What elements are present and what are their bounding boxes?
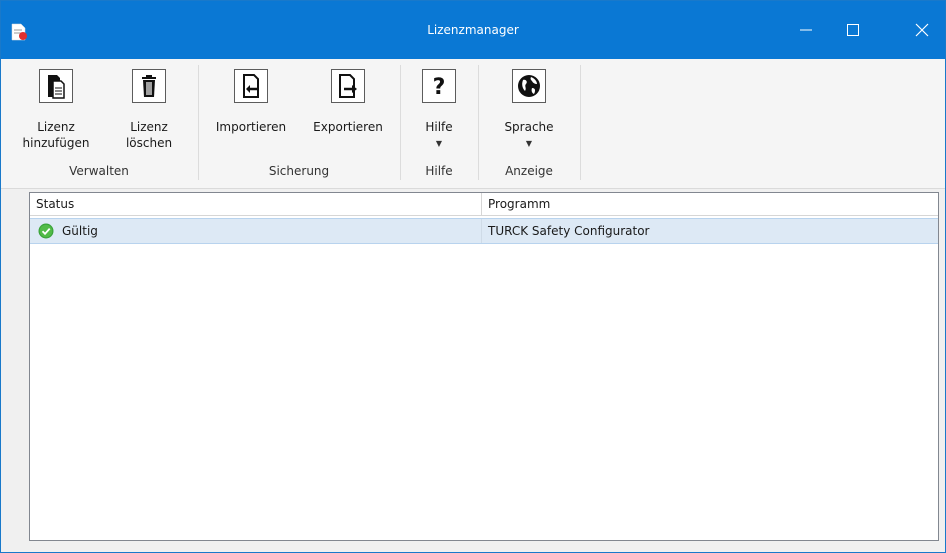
ribbon-group-sicherung: Importieren Exportieren Sicherung bbox=[199, 59, 399, 184]
maximize-icon bbox=[847, 24, 859, 36]
group-label-anzeige: Anzeige bbox=[505, 164, 553, 178]
help-label: Hilfe bbox=[425, 120, 453, 134]
close-button[interactable] bbox=[899, 1, 945, 59]
maximize-button[interactable] bbox=[830, 1, 876, 59]
delete-license-label: Lizenz löschen bbox=[125, 120, 173, 150]
license-table[interactable]: Status Programm Gültig TURCK Safety Conf… bbox=[29, 192, 939, 541]
import-label: Importieren bbox=[215, 120, 287, 134]
group-label-hilfe: Hilfe bbox=[425, 164, 453, 178]
language-button[interactable]: Sprache ▼ bbox=[493, 59, 565, 169]
table-header: Status Programm bbox=[30, 193, 938, 216]
group-label-verwalten: Verwalten bbox=[69, 164, 129, 178]
help-dropdown-arrow: ▼ bbox=[435, 139, 443, 148]
import-icon bbox=[234, 69, 268, 103]
close-icon bbox=[915, 23, 929, 37]
title-bar[interactable]: Lizenzmanager bbox=[1, 1, 945, 59]
status-cell: Gültig bbox=[30, 219, 482, 243]
ribbon-group-hilfe: ? Hilfe ▼ Hilfe bbox=[401, 59, 477, 184]
ribbon-group-anzeige: Sprache ▼ Anzeige bbox=[479, 59, 579, 184]
globe-icon bbox=[512, 69, 546, 103]
trash-icon bbox=[132, 69, 166, 103]
svg-text:?: ? bbox=[433, 75, 446, 100]
group-label-sicherung: Sicherung bbox=[268, 164, 330, 178]
help-button[interactable]: ? Hilfe ▼ bbox=[407, 59, 471, 169]
language-label: Sprache bbox=[504, 120, 554, 134]
export-label: Exportieren bbox=[313, 120, 383, 134]
column-header-programm[interactable]: Programm bbox=[482, 193, 938, 215]
license-manager-window: Lizenzmanager Lizenz hinzufügen Lizenz l… bbox=[0, 0, 946, 553]
language-dropdown-arrow: ▼ bbox=[525, 139, 533, 148]
table-row[interactable]: Gültig TURCK Safety Configurator bbox=[30, 218, 938, 244]
ribbon-toolbar: Lizenz hinzufügen Lizenz löschen Verwalt… bbox=[1, 59, 945, 189]
add-license-label: Lizenz hinzufügen bbox=[22, 120, 90, 150]
export-icon bbox=[331, 69, 365, 103]
program-cell: TURCK Safety Configurator bbox=[488, 224, 650, 238]
group-separator bbox=[580, 65, 581, 180]
ribbon-group-verwalten: Lizenz hinzufügen Lizenz löschen Verwalt… bbox=[1, 59, 197, 184]
minimize-button[interactable] bbox=[783, 1, 829, 59]
export-button[interactable]: Exportieren bbox=[305, 59, 391, 169]
question-icon: ? bbox=[422, 69, 456, 103]
check-circle-icon bbox=[38, 223, 54, 239]
status-text: Gültig bbox=[62, 224, 98, 238]
column-header-status[interactable]: Status bbox=[30, 193, 482, 215]
delete-license-button[interactable]: Lizenz löschen bbox=[117, 59, 181, 169]
add-license-icon bbox=[39, 69, 73, 103]
add-license-button[interactable]: Lizenz hinzufügen bbox=[21, 59, 91, 169]
import-button[interactable]: Importieren bbox=[209, 59, 293, 169]
minimize-icon bbox=[800, 29, 812, 31]
